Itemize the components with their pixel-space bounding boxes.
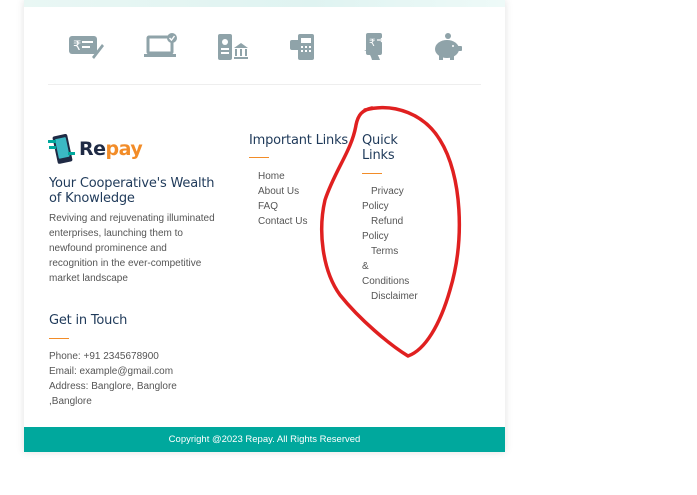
link-text: Conditions — [362, 276, 410, 287]
link-contact-us[interactable]: Contact Us — [258, 216, 307, 227]
laptop-payment-icon — [142, 30, 182, 64]
link-faq[interactable]: FAQ — [258, 201, 278, 212]
link-text: Disclaimer — [371, 291, 418, 302]
link-text: Terms — [371, 246, 399, 257]
contact-accent — [49, 338, 69, 339]
page-card: ₹ ₹ Repay Your Cooperative's Wealth of K… — [24, 0, 505, 452]
atm-card-icon — [286, 30, 326, 64]
link-text: Policy — [362, 231, 389, 242]
quick-links-title-line2: Links — [362, 148, 395, 163]
about-line: Reviving and rejuvenating illuminated — [49, 213, 215, 224]
link-home[interactable]: Home — [258, 171, 285, 182]
rupee-card-icon: ₹ — [66, 30, 106, 64]
svg-text:₹: ₹ — [73, 39, 81, 54]
link-text: Refund — [371, 216, 404, 227]
important-links-list: Home About Us FAQ Contact Us — [258, 169, 348, 229]
contact-address-cont: ,Banglore — [49, 396, 92, 407]
link-about-us[interactable]: About Us — [258, 186, 299, 197]
about-line: market landscape — [49, 273, 128, 284]
quick-links-accent — [362, 173, 382, 174]
link-text: Privacy — [371, 186, 404, 197]
important-links-accent — [249, 157, 269, 158]
quick-links-list: Privacy Policy Refund Policy Terms & Con… — [362, 184, 442, 304]
contact-address: Address: Banglore, Banglore — [49, 381, 177, 392]
link-text: Policy — [362, 201, 389, 212]
piggy-bank-icon — [428, 30, 468, 64]
link-terms-conditions[interactable]: Terms & Conditions — [362, 244, 442, 289]
about-description: Reviving and rejuvenating illuminated en… — [49, 211, 229, 286]
mobile-pay-hand-icon: ₹ — [358, 30, 398, 64]
quick-links-title: Quick Links — [362, 133, 422, 163]
contact-phone[interactable]: Phone: +91 2345678900 — [49, 349, 229, 364]
footer-copyright-bar: Copyright @2023 Repay. All Rights Reserv… — [24, 427, 505, 452]
copyright-text: Copyright @2023 Repay. All Rights Reserv… — [168, 434, 361, 445]
about-title: Your Cooperative's Wealth of Knowledge — [49, 176, 215, 206]
about-line: recognition in the ever-competitive — [49, 258, 202, 269]
section-divider — [48, 84, 481, 85]
link-refund-policy[interactable]: Refund Policy — [362, 214, 442, 244]
hero-strip — [24, 0, 505, 7]
about-line: enterprises, launching them to — [49, 228, 183, 239]
about-line: newfound prominence and — [49, 243, 167, 254]
contact-title: Get in Touch — [49, 313, 128, 328]
mobile-bank-icon — [214, 30, 254, 64]
logo-wordmark: Repay — [79, 138, 143, 160]
link-privacy-policy[interactable]: Privacy Policy — [362, 184, 442, 214]
important-links-title: Important Links — [249, 133, 348, 148]
svg-text:₹: ₹ — [369, 38, 375, 49]
logo-text-pay: pay — [105, 138, 143, 160]
feature-icon-row: ₹ ₹ — [24, 30, 505, 64]
repay-logo[interactable]: Repay — [48, 134, 158, 168]
link-text: & — [362, 261, 369, 272]
link-disclaimer[interactable]: Disclaimer — [362, 289, 442, 304]
logo-text-re: Re — [79, 138, 106, 160]
contact-email[interactable]: Email: example@gmail.com — [49, 364, 229, 379]
phone-logo-icon — [48, 134, 75, 164]
contact-details: Phone: +91 2345678900 Email: example@gma… — [49, 349, 229, 409]
quick-links-title-line1: Quick — [362, 133, 398, 148]
